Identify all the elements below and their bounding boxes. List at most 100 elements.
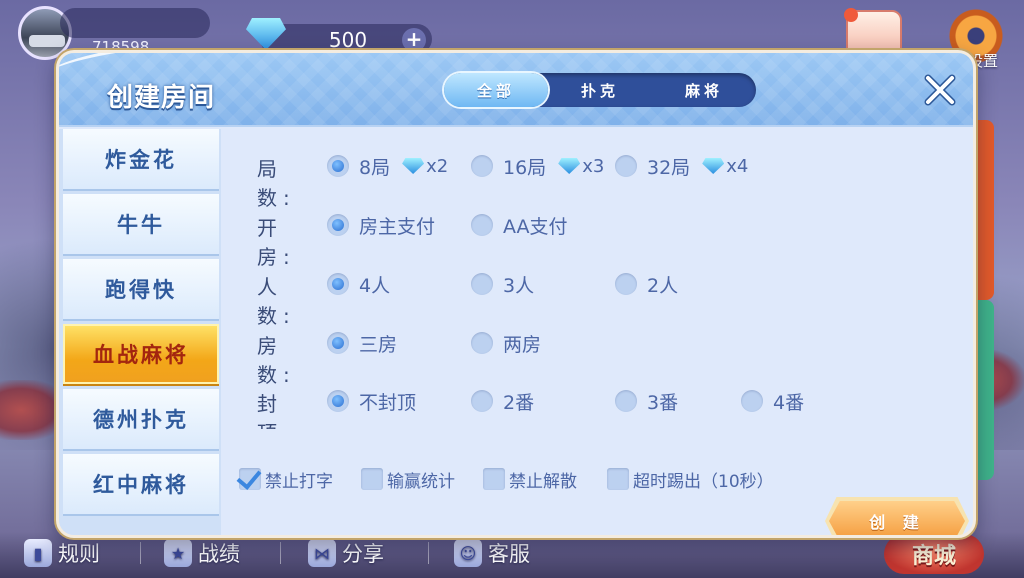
checkbox-no-typing[interactable]: 禁止打字 (239, 465, 333, 493)
game-item-paodekuai[interactable]: 跑得快 (63, 259, 219, 321)
rounds-option-16[interactable]: 16局 x3 (471, 151, 604, 181)
share-icon: ⋈ (308, 539, 336, 567)
rooms-option-three[interactable]: 三房 (327, 328, 397, 358)
clipped-option[interactable] (471, 425, 493, 429)
option-label: 3番 (647, 391, 679, 414)
option-label: 4番 (773, 391, 805, 414)
cost-multiplier: x3 (582, 155, 605, 177)
cap-option-4[interactable]: 4番 (741, 386, 804, 416)
option-row-rooms: 房 数: 三房 两房 (221, 326, 973, 387)
radio-unselected (471, 390, 493, 412)
rooms-option-two[interactable]: 两房 (471, 328, 541, 358)
bottom-nav-label: 战绩 (198, 542, 240, 566)
divider (428, 542, 429, 564)
game-item-texas-holdem[interactable]: 德州扑克 (63, 389, 219, 451)
game-item-zhajinhua[interactable]: 炸金花 (63, 129, 219, 191)
radio-selected (327, 332, 349, 354)
game-list: 炸金花 牛牛 跑得快 血战麻将 德州扑克 红中麻将 (59, 129, 221, 535)
bottom-nav-service[interactable]: ☺ 客服 (454, 538, 530, 568)
category-tabs: 全部 扑克 麻将 (444, 73, 756, 107)
rounds-option-8[interactable]: 8局 x2 (327, 151, 448, 181)
clipped-option[interactable] (327, 425, 349, 429)
option-row-cap: 封 顶: 不封顶 2番 3番 4番 (221, 384, 973, 429)
checkbox-label: 禁止打字 (265, 471, 333, 492)
tab-mahjong[interactable]: 麻将 (652, 73, 756, 107)
checkbox-unchecked (361, 468, 383, 490)
row-label: 开 房: (257, 216, 296, 269)
rounds-option-32[interactable]: 32局 x4 (615, 151, 748, 181)
cap-option-none[interactable]: 不封顶 (327, 386, 416, 416)
service-icon: ☺ (454, 539, 482, 567)
clipped-option[interactable] (741, 425, 763, 429)
option-label: 2人 (647, 274, 679, 297)
radio-unselected (615, 155, 637, 177)
tab-all[interactable]: 全部 (444, 73, 548, 107)
option-label: 房主支付 (359, 215, 436, 238)
option-label: 4人 (359, 274, 391, 297)
checkbox-label: 超时踢出（10秒） (633, 471, 774, 492)
diamond-icon (558, 158, 581, 174)
checkbox-no-disband[interactable]: 禁止解散 (483, 465, 577, 493)
bottom-nav-share[interactable]: ⋈ 分享 (308, 538, 384, 568)
option-label: 三房 (359, 333, 398, 356)
game-item-hongzhong-mahjong[interactable]: 红中麻将 (63, 454, 219, 516)
bottom-nav-label: 客服 (488, 542, 530, 566)
row-label: 房 数: (257, 334, 296, 387)
row-label: 局 数: (257, 157, 296, 210)
game-item-niuniu[interactable]: 牛牛 (63, 194, 219, 256)
clipped-option[interactable] (615, 425, 637, 429)
checkbox-label: 输赢统计 (387, 471, 455, 492)
cap-option-2[interactable]: 2番 (471, 386, 534, 416)
radio-unselected (615, 390, 637, 412)
option-label: 2番 (503, 391, 535, 414)
add-gems-button[interactable]: + (402, 28, 426, 52)
radio-unselected (471, 273, 493, 295)
players-option-3[interactable]: 3人 (471, 269, 534, 299)
row-label: 人 数: (257, 275, 296, 328)
cost-multiplier: x4 (726, 155, 749, 177)
bottom-nav-label: 分享 (342, 542, 384, 566)
radio-selected (327, 214, 349, 236)
dialog-title: 创建房间 (107, 83, 216, 113)
checkbox-win-loss-stats[interactable]: 输赢统计 (361, 465, 455, 493)
option-row-payment: 开 房: 房主支付 AA支付 (221, 208, 973, 269)
option-label: 32局 (647, 156, 691, 179)
radio-unselected (471, 214, 493, 236)
extra-options: 禁止打字 输赢统计 禁止解散 超时踢出（10秒） (239, 465, 939, 495)
players-option-2[interactable]: 2人 (615, 269, 678, 299)
bottom-nav-rules[interactable]: ▮ 规则 (24, 538, 100, 568)
option-row-players: 人 数: 4人 3人 2人 (221, 267, 973, 328)
gem-count: 500 (328, 28, 368, 52)
payment-option-host[interactable]: 房主支付 (327, 210, 435, 240)
option-label: 16局 (503, 156, 547, 179)
create-room-button[interactable]: 创 建 (829, 501, 965, 535)
option-label: 8局 (359, 156, 391, 179)
checkbox-label: 禁止解散 (509, 471, 577, 492)
close-button[interactable] (923, 73, 957, 107)
radio-unselected (471, 332, 493, 354)
tab-poker[interactable]: 扑克 (548, 73, 652, 107)
payment-option-aa[interactable]: AA支付 (471, 210, 568, 240)
radio-selected (327, 155, 349, 177)
cap-option-3[interactable]: 3番 (615, 386, 678, 416)
create-room-dialog: 创建房间 全部 扑克 麻将 炸金花 牛牛 跑得快 血战麻将 德州扑克 红中麻将 … (56, 50, 976, 538)
diamond-icon (402, 158, 425, 174)
bottom-nav-label: 规则 (58, 542, 100, 566)
players-option-4[interactable]: 4人 (327, 269, 390, 299)
bottom-nav-record[interactable]: ★ 战绩 (164, 538, 240, 568)
option-label: 不封顶 (359, 391, 417, 414)
shop-button[interactable]: 商城 (884, 534, 984, 574)
divider (140, 542, 141, 564)
checkbox-unchecked (483, 468, 505, 490)
player-info-pill (60, 8, 210, 38)
game-item-xuezhan-mahjong[interactable]: 血战麻将 (63, 324, 219, 386)
option-row-rounds: 局 数: 8局 x2 16局 x3 32局 x4 (221, 149, 973, 210)
divider (280, 542, 281, 564)
room-options: 局 数: 8局 x2 16局 x3 32局 x4 开 房: 房主支付 AA支付 … (221, 129, 973, 429)
dialog-header: 创建房间 全部 扑克 麻将 (59, 53, 973, 127)
option-row-clipped (221, 423, 973, 429)
radio-unselected (471, 155, 493, 177)
checkbox-timeout-kick[interactable]: 超时踢出（10秒） (607, 465, 774, 493)
option-label: 3人 (503, 274, 535, 297)
diamond-icon (702, 158, 725, 174)
